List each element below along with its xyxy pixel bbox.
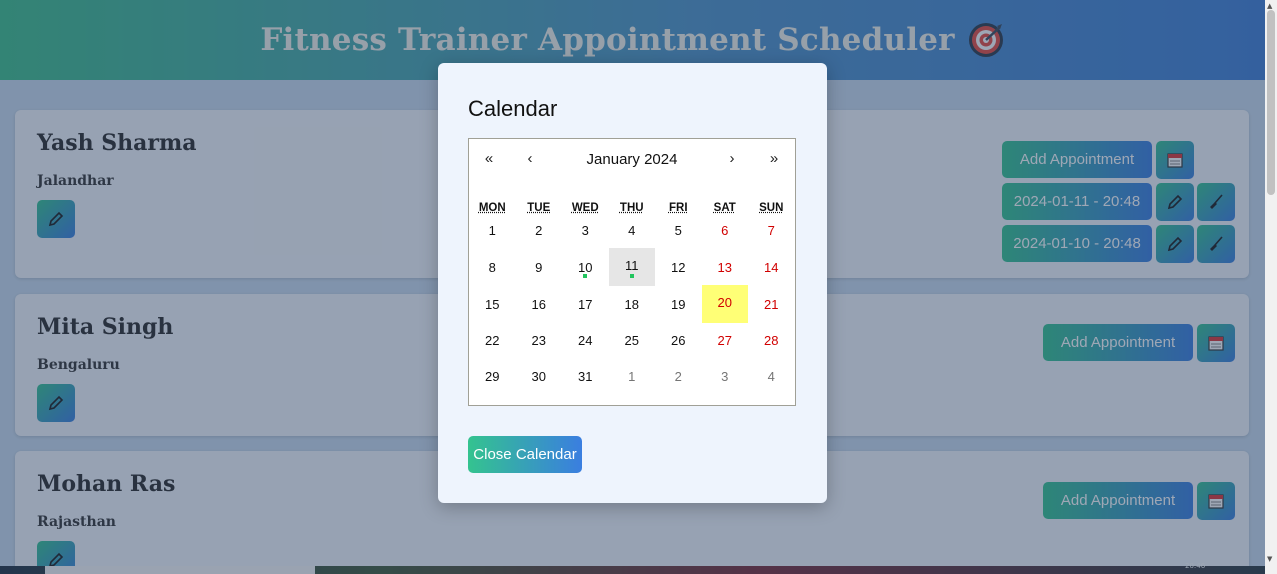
calendar-day-label: 2 [535,223,543,238]
calendar-day[interactable]: 14 [748,260,795,275]
calendar-day[interactable]: 4 [609,223,656,238]
calendar-day[interactable]: 13 [702,260,749,275]
calendar-day-label: 21 [764,297,779,312]
calendar-day-label: 6 [721,223,729,238]
close-calendar-button[interactable]: Close Calendar [468,436,582,473]
calendar-day-label: 19 [671,297,686,312]
calendar-day-label: 17 [578,297,593,312]
calendar-day[interactable]: 8 [469,260,516,275]
calendar-day-label: 16 [531,297,546,312]
calendar-day-label: 12 [671,260,686,275]
next-month-button[interactable]: › [722,150,742,167]
calendar-day[interactable]: 9 [516,260,563,275]
calendar-day-label: 11 [625,258,639,273]
calendar-day-label: 2 [674,369,682,384]
calendar-day[interactable]: 28 [748,333,795,348]
calendar-day[interactable]: 21 [748,297,795,312]
calendar-day[interactable]: 6 [702,223,749,238]
calendar-day[interactable]: 24 [562,333,609,348]
calendar-day-label: 3 [581,223,589,238]
calendar-day[interactable]: 18 [609,297,656,312]
weekday-label: THU [619,202,644,214]
calendar-day-label: 1 [488,223,496,238]
calendar-day[interactable]: 12 [655,260,702,275]
calendar-day[interactable]: 11 [608,248,655,286]
calendar-day[interactable]: 22 [469,333,516,348]
calendar-modal: Calendar « ‹ January 2024 › » MON TUE WE… [438,63,827,503]
calendar-day[interactable]: 19 [655,297,702,312]
weekday-label: MON [478,202,506,214]
prev-year-button[interactable]: « [479,150,499,167]
calendar-day-label: 9 [535,260,543,275]
calendar-day-label: 14 [764,260,779,275]
calendar-day[interactable]: 15 [469,297,516,312]
calendar-widget: « ‹ January 2024 › » MON TUE WED THU FRI… [468,138,796,406]
calendar-day[interactable]: 29 [469,369,516,384]
calendar-month-label[interactable]: January 2024 [549,151,715,168]
calendar-day[interactable]: 3 [702,369,749,384]
scrollbar-thumb[interactable] [1267,10,1275,195]
calendar-day-label: 22 [485,333,500,348]
calendar-day-label: 4 [767,369,775,384]
calendar-day[interactable]: 2 [655,369,702,384]
calendar-day-label: 5 [674,223,682,238]
calendar-day-label: 4 [628,223,636,238]
calendar-day-label: 13 [717,260,732,275]
weekday-header: MON TUE WED THU FRI SAT SUN [469,202,795,218]
calendar-day-label: 24 [578,333,593,348]
weekday-label: TUE [527,202,551,214]
calendar-day[interactable]: 3 [562,223,609,238]
calendar-day-label: 10 [578,260,593,275]
calendar-day[interactable]: 1 [609,369,656,384]
calendar-day[interactable]: 31 [562,369,609,384]
appointment-marker [629,274,634,278]
page-scrollbar[interactable]: ▲ ▼ [1265,0,1277,574]
calendar-day[interactable]: 1 [469,223,516,238]
modal-title: Calendar [468,96,558,121]
calendar-day-label: 23 [531,333,546,348]
calendar-day[interactable]: 27 [702,333,749,348]
calendar-day[interactable]: 4 [748,369,795,384]
calendar-day-label: 28 [764,333,779,348]
prev-month-button[interactable]: ‹ [520,150,540,167]
appointment-marker [583,274,587,278]
weekday-label: SAT [713,202,736,214]
calendar-day[interactable]: 26 [655,333,702,348]
calendar-day-label: 15 [485,297,500,312]
calendar-day[interactable]: 20 [701,285,748,323]
calendar-day-label: 20 [717,295,732,310]
scroll-down-icon[interactable]: ▼ [1267,555,1272,563]
calendar-day-label: 30 [531,369,546,384]
weekday-label: FRI [668,202,688,214]
calendar-day-label: 25 [624,333,639,348]
calendar-day[interactable]: 25 [609,333,656,348]
calendar-day[interactable]: 30 [516,369,563,384]
calendar-day[interactable]: 23 [516,333,563,348]
calendar-day-label: 29 [485,369,500,384]
calendar-day-label: 27 [717,333,732,348]
weekday-label: SUN [759,202,784,214]
weekday-label: WED [571,202,599,214]
calendar-day[interactable]: 17 [562,297,609,312]
calendar-day-label: 31 [578,369,593,384]
calendar-day-label: 26 [671,333,686,348]
calendar-day[interactable]: 2 [516,223,563,238]
scroll-up-icon[interactable]: ▲ [1267,2,1272,10]
next-year-button[interactable]: » [764,150,784,167]
calendar-navigation: « ‹ January 2024 › » [469,139,795,181]
calendar-day[interactable]: 7 [748,223,795,238]
calendar-day-label: 18 [624,297,639,312]
calendar-day-label: 1 [628,369,636,384]
calendar-day[interactable]: 5 [655,223,702,238]
calendar-day-label: 7 [767,223,775,238]
calendar-day[interactable]: 10 [562,260,609,278]
calendar-day-label: 8 [488,260,496,275]
calendar-day-label: 3 [721,369,729,384]
calendar-day[interactable]: 16 [516,297,563,312]
